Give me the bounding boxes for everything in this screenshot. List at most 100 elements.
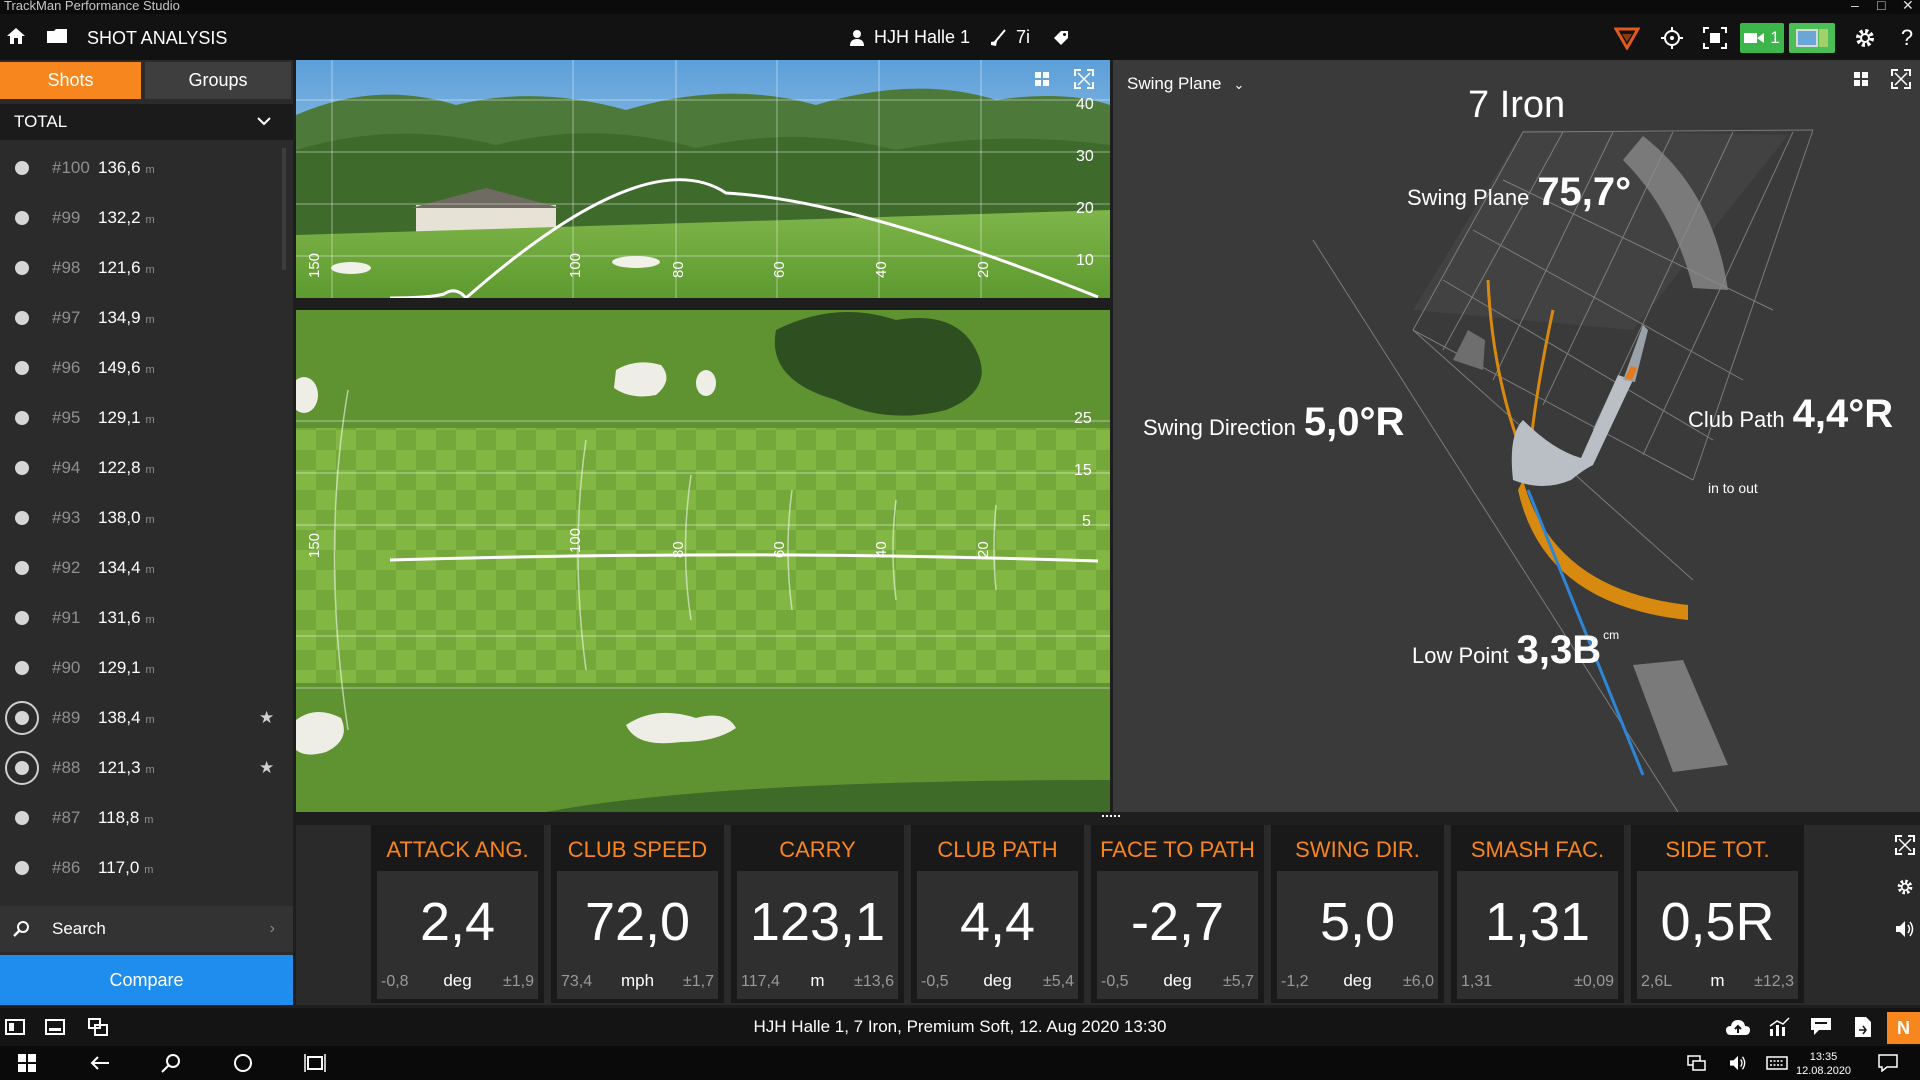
keyboard-icon[interactable] xyxy=(1764,1051,1790,1075)
export-file-icon[interactable] xyxy=(1850,1015,1876,1039)
shot-row[interactable]: #92 134,4 m xyxy=(0,544,285,594)
volume-icon[interactable] xyxy=(1725,1051,1751,1075)
shot-row[interactable]: #94 122,8 m xyxy=(0,444,285,494)
metric-body: 1,31 1,31 ±0,09 xyxy=(1457,871,1618,999)
shot-dot-icon[interactable] xyxy=(15,461,29,475)
tab-shots[interactable]: Shots xyxy=(0,62,141,99)
shot-dot-icon[interactable] xyxy=(15,561,29,575)
shot-number: #92 xyxy=(52,558,81,577)
shot-row[interactable]: #86 117,0 m xyxy=(0,844,285,894)
metric-tile[interactable]: FACE TO PATH -2,7 deg -0,5 ±5,7 xyxy=(1091,825,1264,1003)
shot-row[interactable]: #96 149,6 m xyxy=(0,344,285,394)
compare-button[interactable]: Compare xyxy=(0,955,293,1005)
expand-icon[interactable] xyxy=(1891,831,1919,859)
metric-tile[interactable]: SIDE TOT. 0,5R m 2,6L ±12,3 xyxy=(1631,825,1804,1003)
cloud-upload-icon[interactable] xyxy=(1725,1015,1751,1039)
shot-dot-icon[interactable] xyxy=(15,411,29,425)
side-view-trajectory[interactable]: 40 30 20 10 150 100 80 60 40 20 xyxy=(296,60,1110,298)
shot-row[interactable]: #87 118,8 m xyxy=(0,794,285,844)
star-icon[interactable]: ★ xyxy=(259,758,274,778)
shot-row[interactable]: #95 129,1 m xyxy=(0,394,285,444)
shot-row[interactable]: #89 138,4 m ★ xyxy=(0,694,285,744)
side-distance-80: 80 xyxy=(670,261,687,278)
grid-view-icon[interactable] xyxy=(1027,64,1057,94)
shot-row[interactable]: #98 121,6 m xyxy=(0,244,285,294)
club-name[interactable]: 7i xyxy=(1016,27,1030,48)
help-icon[interactable]: ? xyxy=(1892,23,1920,53)
player-icon[interactable] xyxy=(848,29,866,47)
expand-icon[interactable] xyxy=(1069,64,1099,94)
close-button[interactable]: ✕ xyxy=(1902,0,1914,14)
shot-dot-icon[interactable] xyxy=(15,161,29,175)
shot-distance: 134,9 m xyxy=(98,308,155,328)
camera-button[interactable]: 1 xyxy=(1740,23,1784,53)
cortana-icon[interactable] xyxy=(230,1051,256,1075)
shot-row[interactable]: #93 138,0 m xyxy=(0,494,285,544)
target-icon[interactable] xyxy=(1657,23,1687,53)
shot-row[interactable]: #91 131,6 m xyxy=(0,594,285,644)
shot-dot-icon[interactable] xyxy=(15,861,29,875)
metric-label: ATTACK ANG. xyxy=(386,837,529,862)
metric-tile[interactable]: SMASH FAC. 1,31 1,31 ±0,09 xyxy=(1451,825,1624,1003)
shot-number: #86 xyxy=(52,858,81,877)
shot-dot-icon[interactable] xyxy=(15,311,29,325)
top-distance-20: 20 xyxy=(975,541,992,558)
screen-layout-button[interactable] xyxy=(1789,23,1835,53)
metric-std-dev: ±5,4 xyxy=(1042,973,1074,990)
shot-row[interactable]: #88 121,3 m ★ xyxy=(0,744,285,794)
notifications-icon[interactable] xyxy=(1875,1051,1901,1075)
search-button[interactable]: Search › xyxy=(0,906,293,952)
shot-dot-icon[interactable] xyxy=(15,511,29,525)
top-view-dispersion[interactable]: 25 15 5 150 100 80 60 40 20 xyxy=(296,310,1110,812)
notification-badge[interactable]: N xyxy=(1887,1012,1920,1044)
home-icon[interactable] xyxy=(6,26,26,46)
focus-icon[interactable] xyxy=(1700,23,1730,53)
panel-resize-handle[interactable] xyxy=(1102,815,1120,819)
shot-dot-icon[interactable] xyxy=(15,261,29,275)
windows-start-icon[interactable] xyxy=(14,1051,40,1075)
shot-dot-icon[interactable] xyxy=(15,211,29,225)
tab-groups[interactable]: Groups xyxy=(145,62,291,99)
metric-tile[interactable]: CLUB PATH 4,4 deg -0,5 ±5,4 xyxy=(911,825,1084,1003)
shot-row[interactable]: #97 134,9 m xyxy=(0,294,285,344)
taskbar-search-icon[interactable] xyxy=(158,1051,184,1075)
star-icon[interactable]: ★ xyxy=(259,708,274,728)
search-icon xyxy=(13,921,29,937)
shot-list-scrollbar[interactable] xyxy=(282,148,286,270)
speaker-icon[interactable] xyxy=(1891,915,1919,943)
tile-settings-gear-icon[interactable] xyxy=(1891,873,1919,901)
shot-filter-label: TOTAL xyxy=(14,112,68,131)
shot-row[interactable]: #100 136,6 m xyxy=(0,144,285,194)
metric-tile[interactable]: CLUB SPEED 72,0 mph 73,4 ±1,7 xyxy=(551,825,724,1003)
shot-dot-icon[interactable] xyxy=(15,361,29,375)
chat-icon[interactable] xyxy=(1808,1015,1834,1039)
shot-dot-icon[interactable] xyxy=(15,761,29,775)
stats-chart-icon[interactable] xyxy=(1766,1015,1792,1039)
taskbar-clock[interactable]: 13:35 12.08.2020 xyxy=(1796,1050,1851,1078)
minimize-button[interactable]: – xyxy=(1851,0,1859,13)
trackman-logo-icon[interactable] xyxy=(1612,23,1642,53)
metric-tile[interactable]: CARRY 123,1 m 117,4 ±13,6 xyxy=(731,825,904,1003)
metric-std-dev: ±0,09 xyxy=(1574,973,1614,990)
task-view-icon[interactable] xyxy=(302,1051,328,1075)
metric-value: 4,4 xyxy=(959,892,1036,952)
shot-row[interactable]: #99 132,2 m xyxy=(0,194,285,244)
bay-name[interactable]: HJH Halle 1 xyxy=(874,27,970,48)
settings-gear-icon[interactable] xyxy=(1850,23,1880,53)
back-arrow-icon[interactable] xyxy=(87,1051,113,1075)
shot-distance-unit: m xyxy=(144,864,154,876)
tag-icon[interactable] xyxy=(1052,29,1070,47)
metric-tile[interactable]: ATTACK ANG. 2,4 deg -0,8 ±1,9 xyxy=(371,825,544,1003)
shot-dot-icon[interactable] xyxy=(15,711,29,725)
club-icon[interactable] xyxy=(990,28,1008,47)
shot-dot-icon[interactable] xyxy=(15,661,29,675)
folder-icon[interactable] xyxy=(46,28,68,44)
shot-dot-icon[interactable] xyxy=(15,611,29,625)
network-icon[interactable] xyxy=(1684,1051,1710,1075)
shot-filter-dropdown[interactable]: TOTAL xyxy=(0,104,293,140)
shot-row[interactable]: #90 129,1 m xyxy=(0,644,285,694)
metric-value: 2,4 xyxy=(419,892,496,952)
metric-tile[interactable]: SWING DIR. 5,0 deg -1,2 ±6,0 xyxy=(1271,825,1444,1003)
shot-dot-icon[interactable] xyxy=(15,811,29,825)
maximize-button[interactable]: □ xyxy=(1877,0,1885,13)
